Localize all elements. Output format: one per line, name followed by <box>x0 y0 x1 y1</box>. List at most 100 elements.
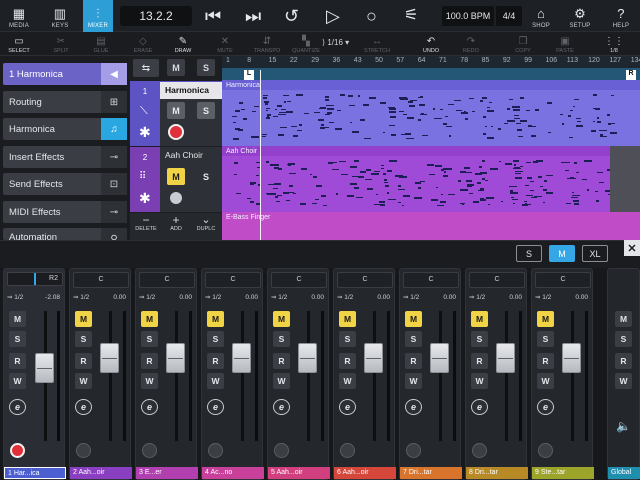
rewind-icon[interactable]: ⏮ <box>205 6 221 26</box>
pan-knob[interactable]: C <box>535 272 591 288</box>
mute-button[interactable]: M <box>75 311 92 327</box>
select-tool[interactable]: ▭ SELECT <box>6 32 32 56</box>
position-display[interactable]: 13.2.2 <box>120 6 192 26</box>
record-button[interactable] <box>340 443 355 458</box>
playhead[interactable] <box>260 70 261 240</box>
channel-io[interactable]: ⇒ 1/2 0.00 <box>271 291 327 305</box>
channel-io[interactable]: ⇒ 1/2 0.00 <box>403 291 459 305</box>
split-tool[interactable]: ✂ SPLIT <box>48 32 74 56</box>
play-icon[interactable]: ▷ <box>326 6 340 26</box>
edit-button[interactable]: e <box>537 399 554 415</box>
read-button[interactable]: R <box>471 353 488 369</box>
read-button[interactable]: R <box>537 353 554 369</box>
read-button[interactable]: R <box>207 353 224 369</box>
channel-io[interactable]: ⇒ 1/2 0.00 <box>73 291 129 305</box>
aah-choir-lane[interactable]: Aah Choir <box>222 146 640 212</box>
track-1-fx-icon[interactable]: ✱ <box>139 124 151 141</box>
mixer-size-s-button[interactable]: S <box>516 245 542 262</box>
track-1-solo-button[interactable]: S <box>197 102 215 119</box>
mixer-button[interactable]: ⫶ MIXER <box>83 0 113 32</box>
channel-name[interactable]: 2 Aah...oir <box>70 467 132 479</box>
record-button[interactable] <box>472 443 487 458</box>
pan-knob[interactable]: C <box>139 272 195 288</box>
channel-strip-7[interactable]: C ⇒ 1/2 0.00 M S R We 7 Dri...tar <box>399 268 462 480</box>
channel-name[interactable]: 3 E...er <box>136 467 198 479</box>
channel-name[interactable]: 6 Aah...oir <box>334 467 396 479</box>
mute-button[interactable]: M <box>273 311 290 327</box>
transpose-tool[interactable]: ⇵ TRANSPO <box>252 32 282 56</box>
mixer-size-xl-button[interactable]: XL <box>582 245 608 262</box>
quantize-tool[interactable]: ▚ QUANTIZE <box>290 32 322 56</box>
volume-fader[interactable] <box>298 343 317 373</box>
solo-button[interactable]: S <box>339 331 356 347</box>
write-button[interactable]: W <box>75 373 92 389</box>
routing-item[interactable]: Routing ⊞ <box>3 91 127 113</box>
right-locator[interactable]: R <box>626 70 636 80</box>
undo-button[interactable]: ↶ UNDO <box>418 32 444 56</box>
channel-io[interactable]: ⇒ 1/2 0.00 <box>205 291 261 305</box>
draw-tool[interactable]: ✎ DRAW <box>170 32 196 56</box>
cycle-range[interactable] <box>222 68 640 80</box>
write-button[interactable]: W <box>141 373 158 389</box>
inspector-track-title[interactable]: 1 Harmonica ◀ <box>3 63 127 85</box>
mute-tool[interactable]: ✕ MUTE <box>212 32 238 56</box>
media-button[interactable]: ▦ MEDIA <box>4 0 34 32</box>
record-button[interactable] <box>406 443 421 458</box>
keys-button[interactable]: ▥ KEYS <box>45 0 75 32</box>
channel-1-fader[interactable] <box>35 353 54 383</box>
redo-button[interactable]: ↷ REDO <box>458 32 484 56</box>
pan-knob[interactable]: C <box>403 272 459 288</box>
forward-icon[interactable]: ⏭ <box>245 6 261 26</box>
global-solo[interactable]: S <box>615 331 632 347</box>
channel-1-edit-button[interactable]: e <box>9 399 26 415</box>
channel-strip-5[interactable]: C ⇒ 1/2 0.00 M S R We 5 Aah...oir <box>267 268 330 480</box>
shop-button[interactable]: ⌂ SHOP <box>528 0 554 32</box>
edit-button[interactable]: e <box>141 399 158 415</box>
pan-knob[interactable]: C <box>205 272 261 288</box>
quantize-value[interactable]: ⟩ 1/16 ▾ <box>322 38 349 47</box>
channel-name[interactable]: 5 Aah...oir <box>268 467 330 479</box>
channel-strip-2[interactable]: C ⇒ 1/2 0.00 M S R We 2 Aah...oir <box>69 268 132 480</box>
metronome-icon[interactable]: ⚟ <box>404 6 418 26</box>
channel-io[interactable]: ⇒ 1/2 0.00 <box>535 291 591 305</box>
glue-tool[interactable]: ▤ GLUE <box>88 32 114 56</box>
channel-1-record-button[interactable] <box>10 443 25 458</box>
mute-button[interactable]: M <box>207 311 224 327</box>
write-button[interactable]: W <box>339 373 356 389</box>
channel-name[interactable]: 9 Ste...tar <box>532 467 594 479</box>
channel-strip-9[interactable]: C ⇒ 1/2 0.00 M S R We 9 Ste...tar <box>531 268 594 480</box>
mixer-size-m-button[interactable]: M <box>549 245 575 262</box>
channel-1-name[interactable]: 1 Har...ica <box>4 467 66 479</box>
mute-button[interactable]: M <box>339 311 356 327</box>
midi-effects-item[interactable]: MIDI Effects ⊸ <box>3 201 127 223</box>
collapse-icon[interactable]: ◀ <box>101 63 127 85</box>
send-effects-item[interactable]: Send Effects ⊡ <box>3 173 127 195</box>
stretch-tool[interactable]: ↔ STRETCH <box>362 32 392 56</box>
read-button[interactable]: R <box>141 353 158 369</box>
track-2-grid-icon[interactable]: ⠿ <box>139 171 146 182</box>
write-button[interactable]: W <box>273 373 290 389</box>
pan-knob[interactable]: C <box>73 272 129 288</box>
setup-button[interactable]: ⚙ SETUP <box>566 0 594 32</box>
read-button[interactable]: R <box>75 353 92 369</box>
channel-io[interactable]: ⇒ 1/2 0.00 <box>469 291 525 305</box>
channel-strip-3[interactable]: C ⇒ 1/2 0.00 M S R We 3 E...er <box>135 268 198 480</box>
edit-button[interactable]: e <box>207 399 224 415</box>
track-menu-icon[interactable]: ⇆ <box>133 59 159 77</box>
mute-button[interactable]: M <box>537 311 554 327</box>
record-button[interactable] <box>274 443 289 458</box>
read-button[interactable]: R <box>339 353 356 369</box>
record-icon[interactable]: ○ <box>366 6 377 26</box>
channel-1-write[interactable]: W <box>9 373 26 389</box>
record-button[interactable] <box>76 443 91 458</box>
close-icon[interactable]: ✕ <box>624 240 640 256</box>
erase-tool[interactable]: ◇ ERASE <box>130 32 156 56</box>
volume-fader[interactable] <box>364 343 383 373</box>
global-mute[interactable]: M <box>615 311 632 327</box>
channel-name[interactable]: 4 Ac...no <box>202 467 264 479</box>
edit-button[interactable]: e <box>75 399 92 415</box>
channel-name[interactable]: 8 Dri...tar <box>466 467 528 479</box>
global-read[interactable]: R <box>615 353 632 369</box>
channel-strip-global[interactable]: M S R W 🔈 Global <box>607 268 640 480</box>
solo-button[interactable]: S <box>273 331 290 347</box>
